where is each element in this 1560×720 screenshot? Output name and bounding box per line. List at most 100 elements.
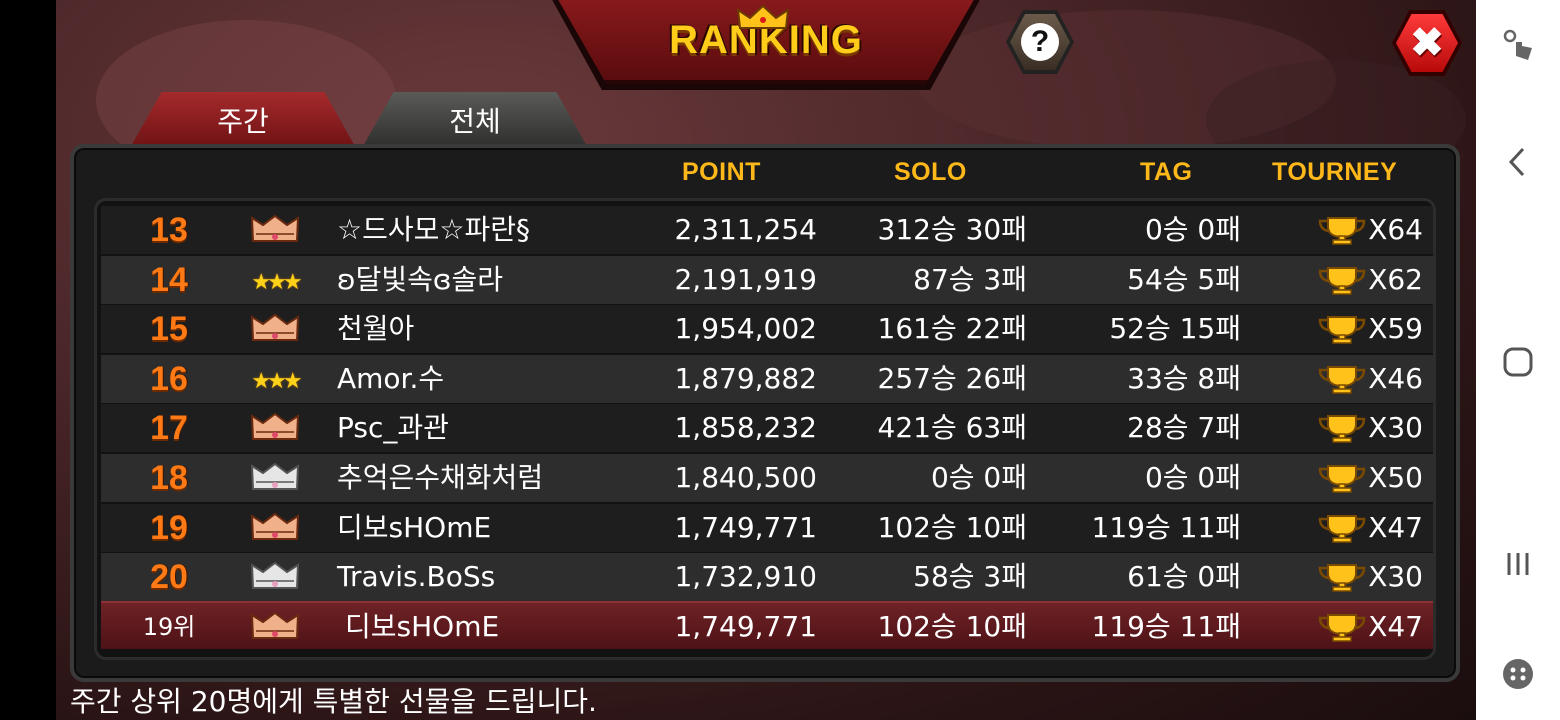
back-icon[interactable] — [1476, 132, 1560, 192]
bronze-crown-icon — [250, 611, 300, 639]
column-header-tourney: TOURNEY — [1272, 158, 1398, 186]
trophy-icon — [1318, 314, 1366, 344]
tag-record: 119승 11패 — [1091, 610, 1242, 643]
tourney-count-value: X30 — [1368, 411, 1423, 445]
player-name: Psc_과관 — [337, 411, 449, 445]
tag-record: 61승 0패 — [1127, 560, 1241, 594]
player-name: 추억은수채화처럼 — [337, 461, 544, 494]
player-name: 천월아 — [337, 312, 415, 346]
tourney-count: X30 — [1301, 404, 1423, 452]
player-point: 1,749,771 — [674, 510, 817, 544]
ranking-row[interactable]: 19 디보sHOmE 1,749,771 102승 10패 119승 11패 X47 — [101, 503, 1433, 552]
question-icon: ? — [1021, 23, 1059, 61]
tier-badge — [235, 504, 315, 552]
tier-badge — [235, 454, 315, 502]
rank-number: 17 — [150, 409, 188, 448]
tourney-count-value: X62 — [1368, 262, 1423, 296]
column-header-point: POINT — [682, 158, 761, 186]
tourney-count: X50 — [1301, 454, 1423, 502]
tourney-count-value: X59 — [1368, 312, 1423, 346]
gold-stars-icon: ★★★ — [251, 368, 302, 394]
tourney-count-value: X46 — [1368, 361, 1423, 395]
rank-number: 16 — [150, 359, 188, 398]
trophy-icon — [1318, 265, 1366, 295]
footer-notice: 주간 상위 20명에게 특별한 선물을 드립니다. — [70, 685, 597, 718]
ranking-row[interactable]: 18 추억은수채화처럼 1,840,500 0승 0패 0승 0패 X50 — [101, 454, 1433, 502]
rank-number: 18 — [150, 459, 188, 497]
solo-record: 102승 10패 — [877, 610, 1028, 643]
player-point: 2,311,254 — [674, 213, 817, 246]
crown-icon — [736, 4, 790, 29]
player-name: 디보sHOmE — [337, 510, 492, 544]
tourney-count: X64 — [1301, 206, 1423, 254]
home-icon[interactable] — [1476, 332, 1560, 392]
tier-badge — [235, 305, 315, 353]
solo-record: 87승 3패 — [913, 262, 1027, 296]
game-screen: RANKING ? ✖ 주간 전체 POINT SOLO TAG TOURNEY… — [56, 0, 1476, 720]
ranking-row[interactable]: 20 Travis.BoSs 1,732,910 58승 3패 61승 0패 X30 — [101, 553, 1433, 602]
tier-badge: ★★★ — [235, 256, 315, 304]
bronze-crown-icon — [250, 512, 300, 540]
player-name: Travis.BoSs — [337, 560, 496, 594]
tag-record: 0승 0패 — [1144, 461, 1241, 494]
bronze-crown-icon — [250, 214, 300, 242]
rank-number: 13 — [150, 211, 188, 249]
tag-record: 33승 8패 — [1127, 361, 1241, 395]
ranking-row[interactable]: 17 Psc_과관 1,858,232 421승 63패 28승 7패 X30 — [101, 404, 1433, 453]
tourney-count-value: X47 — [1368, 510, 1423, 544]
trophy-icon — [1318, 413, 1366, 444]
player-point: 1,879,882 — [674, 361, 817, 395]
system-nav-bar — [1476, 0, 1560, 720]
silver-crown-icon — [250, 561, 300, 590]
close-icon: ✖ — [1396, 14, 1458, 72]
rank-number: 19위 — [142, 613, 196, 641]
game-tools-icon[interactable] — [1476, 644, 1560, 704]
tourney-count: X30 — [1301, 553, 1423, 601]
tab-total[interactable]: 전체 — [362, 92, 588, 148]
player-point: 1,954,002 — [674, 312, 817, 346]
rank-number: 20 — [150, 558, 188, 597]
bronze-crown-icon — [250, 313, 300, 342]
tier-badge — [235, 553, 315, 601]
solo-record: 312승 30패 — [877, 213, 1028, 246]
tourney-count: X47 — [1301, 603, 1423, 651]
gold-stars-icon: ★★★ — [251, 269, 302, 295]
tag-record: 119승 11패 — [1091, 510, 1242, 544]
ranking-list[interactable]: 13 ☆드사모☆파란§ 2,311,254 312승 30패 0승 0패 X64 14 ★★★… — [94, 198, 1436, 660]
player-name: ☆드사모☆파란§ — [337, 213, 531, 246]
tourney-count-value: X64 — [1368, 213, 1423, 246]
tier-badge — [235, 404, 315, 452]
tag-record: 52승 15패 — [1109, 312, 1241, 346]
player-point: 2,191,919 — [674, 262, 817, 296]
trophy-icon — [1318, 364, 1366, 394]
tag-record: 0승 0패 — [1144, 213, 1241, 246]
player-point: 1,858,232 — [674, 411, 817, 445]
player-name: Amor.수 — [337, 361, 445, 395]
solo-record: 161승 22패 — [877, 312, 1028, 346]
rank-number: 14 — [150, 260, 188, 299]
player-name: ʚ달빛속ɞ솔라 — [337, 262, 503, 296]
player-point: 1,732,910 — [674, 560, 817, 594]
recent-apps-icon[interactable] — [1476, 534, 1560, 594]
ranking-row[interactable]: 16 ★★★ Amor.수 1,879,882 257승 26패 33승 8패 X46 — [101, 354, 1433, 403]
tier-badge — [235, 603, 315, 651]
tourney-count: X47 — [1301, 504, 1423, 552]
tab-weekly[interactable]: 주간 — [130, 92, 356, 148]
tier-badge: ★★★ — [235, 355, 315, 403]
tier-badge — [235, 206, 315, 254]
solo-record: 58승 3패 — [913, 560, 1027, 594]
ranking-row[interactable]: 15 천월아 1,954,002 161승 22패 52승 15패 X59 — [101, 305, 1433, 354]
tourney-count: X62 — [1301, 256, 1423, 304]
player-name: 디보sHOmE — [345, 610, 500, 643]
close-button[interactable]: ✖ — [1392, 10, 1462, 76]
tag-record: 28승 7패 — [1127, 411, 1241, 445]
touch-lock-icon[interactable] — [1476, 16, 1560, 76]
solo-record: 0승 0패 — [930, 461, 1027, 494]
silver-crown-icon — [250, 462, 300, 490]
my-rank-row[interactable]: 19위 디보sHOmE 1,749,771 102승 10패 119승 11패 X47 — [101, 601, 1433, 649]
ranking-row[interactable]: 14 ★★★ ʚ달빛속ɞ솔라 2,191,919 87승 3패 54승 5패 X62 — [101, 255, 1433, 304]
trophy-icon — [1318, 612, 1366, 642]
trophy-icon — [1318, 463, 1366, 493]
ranking-row[interactable]: 13 ☆드사모☆파란§ 2,311,254 312승 30패 0승 0패 X64 — [101, 206, 1433, 254]
tourney-count: X46 — [1301, 355, 1423, 403]
